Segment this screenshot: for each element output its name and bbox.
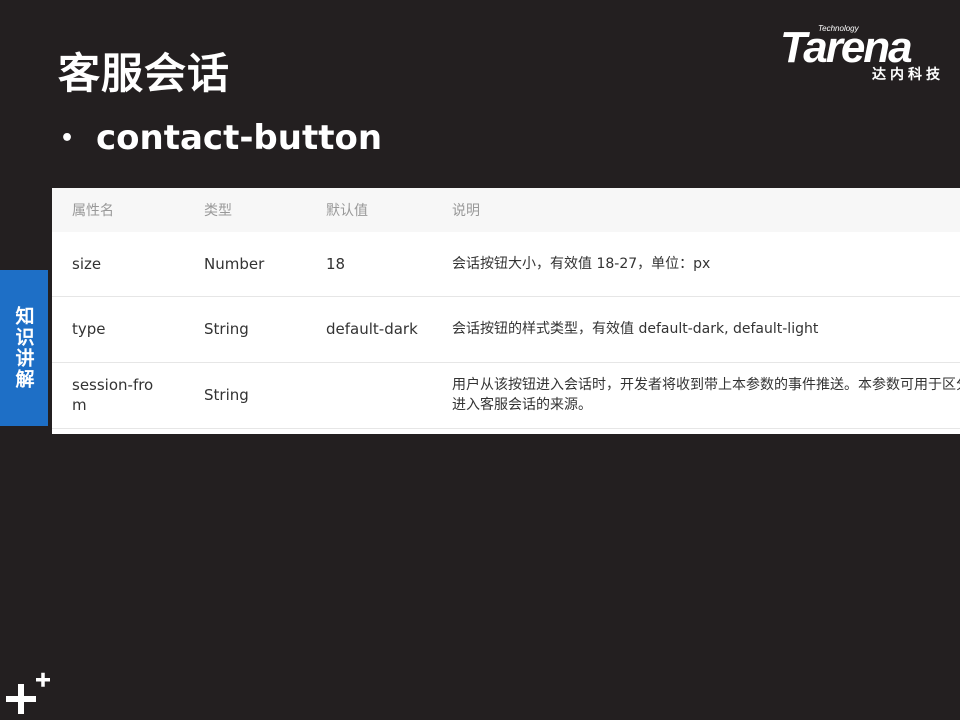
cell-type: Number	[184, 232, 306, 297]
attributes-table: 属性名 类型 默认值 说明 size Number 18 会话按钮大小，有效值 …	[52, 188, 960, 434]
header-attribute-name: 属性名	[72, 203, 114, 219]
header-default: 默认值	[326, 203, 368, 219]
table-row: size Number 18 会话按钮大小，有效值 18-27，单位：px	[52, 232, 960, 297]
bullet-text: contact-button	[96, 118, 383, 158]
table-row: session-from String 用户从该按钮进入会话时，开发者将收到带上…	[52, 362, 960, 429]
tarena-logo: Technology Tarena 达内科技	[780, 24, 948, 84]
description-line: 进入客服会话的来源。	[452, 397, 592, 413]
bullet-icon: •	[60, 125, 75, 151]
slide-title: 客服会话	[58, 49, 231, 98]
cell-name: size	[52, 232, 184, 297]
cell-description: 会话按钮的样式类型，有效值 default-dark, default-ligh…	[432, 296, 960, 363]
cell-type: String	[184, 362, 306, 429]
description-line: 会话按钮大小，有效值 18-27，单位：px	[452, 255, 711, 272]
logo-chinese-text: 达内科技	[872, 67, 944, 83]
bullet-item: • contact-button	[60, 118, 382, 158]
cell-default: 18	[306, 232, 432, 297]
cell-description: 用户从该按钮进入会话时，开发者将收到带上本参数的事件推送。本参数可用于区分用户 …	[432, 362, 960, 429]
header-description: 说明	[452, 203, 480, 219]
cell-description: 会话按钮大小，有效值 18-27，单位：px	[432, 232, 960, 297]
plus-logo-icon	[6, 672, 50, 714]
header-type: 类型	[204, 203, 232, 219]
cell-name: session-from	[52, 362, 184, 429]
slide: 客服会话 Technology Tarena 达内科技 • contact-bu…	[0, 0, 960, 720]
cell-type: String	[184, 296, 306, 363]
description-line: 会话按钮的样式类型，有效值 default-dark, default-ligh…	[452, 321, 819, 337]
side-tab-knowledge: 知识讲解	[0, 270, 48, 426]
table-header-row: 属性名 类型 默认值 说明	[52, 188, 960, 232]
cell-default	[306, 362, 432, 429]
cell-default: default-dark	[306, 296, 432, 363]
cell-name: type	[52, 296, 184, 363]
description-line: 用户从该按钮进入会话时，开发者将收到带上本参数的事件推送。本参数可用于区分用户	[452, 377, 960, 393]
table-row: type String default-dark 会话按钮的样式类型，有效值 d…	[52, 296, 960, 363]
